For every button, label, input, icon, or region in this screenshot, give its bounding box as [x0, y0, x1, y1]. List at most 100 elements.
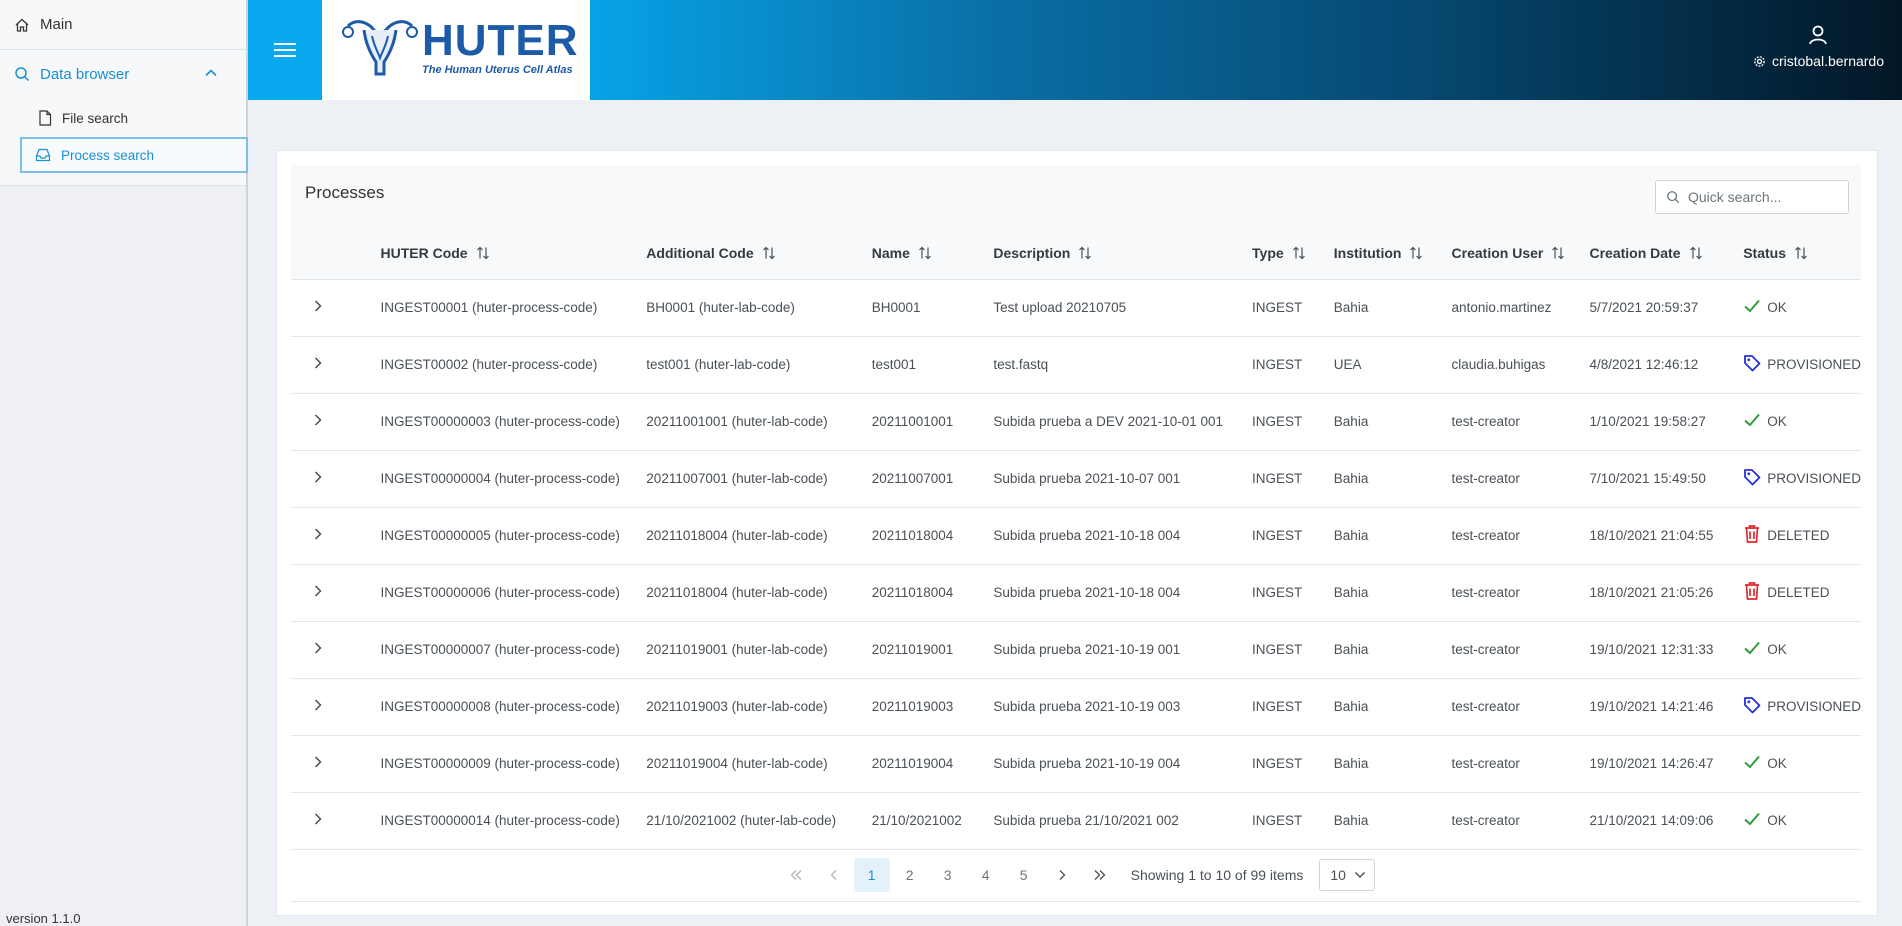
table-row[interactable]: INGEST00000007 (huter-process-code) 20211…	[291, 621, 1861, 679]
sort-icon[interactable]	[1292, 246, 1306, 263]
cell-institution: UEA	[1333, 336, 1452, 394]
row-expander[interactable]	[291, 393, 381, 451]
check-icon	[1743, 811, 1761, 830]
page-button-4[interactable]: 4	[968, 858, 1004, 892]
cell-type: INGEST	[1252, 336, 1334, 394]
column-header-huter-code[interactable]: HUTER Code	[380, 229, 647, 280]
paginator: 1 2 3 4 5 Showing 1 to 10 of 99 items 10	[291, 849, 1861, 902]
cell-huter-code: INGEST00000004 (huter-process-code)	[380, 450, 647, 508]
cell-name: 21/10/2021002	[871, 792, 994, 850]
cell-huter-code: INGEST00000006 (huter-process-code)	[380, 564, 647, 622]
status-badge: PROVISIONED	[1743, 354, 1861, 375]
column-header-label: Status	[1743, 244, 1787, 261]
search-input[interactable]	[1686, 188, 1840, 206]
row-expander[interactable]	[291, 450, 381, 508]
sidebar-item-file-search[interactable]: File search	[20, 101, 246, 135]
cell-type: INGEST	[1252, 735, 1334, 793]
cell-huter-code: INGEST00000003 (huter-process-code)	[380, 393, 647, 451]
page-button-2[interactable]: 2	[892, 858, 928, 892]
sort-icon[interactable]	[1689, 246, 1703, 263]
next-page-button[interactable]	[1044, 858, 1080, 892]
cell-additional-code: 20211001001 (huter-lab-code)	[646, 393, 872, 451]
status-badge: PROVISIONED	[1743, 468, 1861, 489]
cell-huter-code: INGEST00000014 (huter-process-code)	[380, 792, 647, 850]
row-expander[interactable]	[291, 279, 381, 337]
row-expander[interactable]	[291, 678, 381, 736]
chevron-right-icon	[314, 528, 322, 540]
column-header-status[interactable]: Status	[1743, 229, 1861, 280]
cell-additional-code: 20211007001 (huter-lab-code)	[646, 450, 872, 508]
last-page-button[interactable]	[1082, 858, 1118, 892]
row-expander[interactable]	[291, 792, 381, 850]
processes-card: Processes HUTER Code Additional Code Nam…	[276, 150, 1878, 916]
status-badge: OK	[1743, 298, 1787, 317]
column-header-creation-date[interactable]: Creation Date	[1589, 229, 1744, 280]
table-row[interactable]: INGEST00000008 (huter-process-code) 20211…	[291, 678, 1861, 736]
user-menu[interactable]: cristobal.bernardo	[1753, 24, 1884, 69]
page-button-3[interactable]: 3	[930, 858, 966, 892]
cell-institution: Bahia	[1333, 450, 1452, 508]
sort-icon[interactable]	[918, 246, 932, 263]
cell-creation-user: test-creator	[1451, 450, 1590, 508]
table-row[interactable]: INGEST00000004 (huter-process-code) 20211…	[291, 450, 1861, 508]
column-header-additional-code[interactable]: Additional Code	[646, 229, 872, 280]
version-label: version 1.1.0	[6, 911, 81, 926]
cell-creation-date: 18/10/2021 21:05:26	[1589, 564, 1744, 622]
tag-icon	[1743, 354, 1761, 375]
sort-icon[interactable]	[762, 246, 776, 263]
cell-institution: Bahia	[1333, 564, 1452, 622]
chevron-right-icon	[314, 471, 322, 483]
sidebar-item-main[interactable]: Main	[0, 0, 246, 50]
table-row[interactable]: INGEST00000006 (huter-process-code) 20211…	[291, 564, 1861, 622]
logo-subtitle: The Human Uterus Cell Atlas	[422, 64, 573, 76]
huter-logo[interactable]: HUTER The Human Uterus Cell Atlas	[322, 0, 590, 100]
sidebar-item-data-browser[interactable]: Data browser	[0, 50, 246, 98]
prev-page-button[interactable]	[816, 858, 852, 892]
table-row[interactable]: INGEST00002 (huter-process-code) test001 …	[291, 336, 1861, 394]
cell-description: Subida prueba 21/10/2021 002	[993, 792, 1253, 850]
page-button-5[interactable]: 5	[1006, 858, 1042, 892]
chevrons-right-icon	[1094, 870, 1106, 880]
table-row[interactable]: INGEST00000009 (huter-process-code) 20211…	[291, 735, 1861, 793]
row-expander[interactable]	[291, 735, 381, 793]
row-expander[interactable]	[291, 336, 381, 394]
table-row[interactable]: INGEST00000014 (huter-process-code) 21/10…	[291, 792, 1861, 850]
hamburger-icon	[274, 43, 296, 57]
column-header-type[interactable]: Type	[1252, 229, 1334, 280]
chevron-up-icon[interactable]	[204, 66, 218, 80]
page-button-1[interactable]: 1	[853, 858, 890, 892]
gear-icon[interactable]	[1753, 55, 1766, 68]
cell-type: INGEST	[1252, 393, 1334, 451]
sort-icon[interactable]	[1409, 246, 1423, 263]
column-header-name[interactable]: Name	[871, 229, 994, 280]
column-header-creation-user[interactable]: Creation User	[1451, 229, 1590, 280]
row-expander[interactable]	[291, 564, 381, 622]
row-expander[interactable]	[291, 507, 381, 565]
cell-description: Subida prueba 2021-10-19 001	[993, 621, 1253, 679]
cell-huter-code: INGEST00001 (huter-process-code)	[380, 279, 647, 337]
first-page-button[interactable]	[778, 858, 814, 892]
sort-icon[interactable]	[1078, 246, 1092, 263]
cell-creation-date: 5/7/2021 20:59:37	[1589, 279, 1744, 337]
username-label: cristobal.bernardo	[1771, 53, 1884, 69]
table-row[interactable]: INGEST00000003 (huter-process-code) 20211…	[291, 393, 1861, 451]
cell-name: 20211019003	[871, 678, 994, 736]
menu-toggle-button[interactable]	[248, 0, 322, 100]
cell-additional-code: 21/10/2021002 (huter-lab-code)	[646, 792, 872, 850]
sort-icon[interactable]	[1794, 246, 1808, 263]
quick-search[interactable]	[1655, 180, 1849, 214]
column-header-institution[interactable]: Institution	[1333, 229, 1452, 280]
rows-per-page-select[interactable]: 10	[1319, 859, 1376, 891]
sort-icon[interactable]	[476, 246, 490, 263]
sidebar-item-label: File search	[62, 110, 129, 126]
status-label: DELETED	[1767, 585, 1830, 600]
table-row[interactable]: INGEST00000005 (huter-process-code) 20211…	[291, 507, 1861, 565]
row-expander[interactable]	[291, 621, 381, 679]
status-badge: OK	[1743, 811, 1787, 830]
table-row[interactable]: INGEST00001 (huter-process-code) BH0001 (…	[291, 279, 1861, 337]
column-header-description[interactable]: Description	[993, 229, 1253, 280]
sidebar-item-process-search[interactable]: Process search	[20, 137, 248, 173]
sort-icon[interactable]	[1551, 246, 1565, 263]
chevron-right-icon	[314, 642, 322, 654]
cell-creation-date: 7/10/2021 15:49:50	[1589, 450, 1744, 508]
